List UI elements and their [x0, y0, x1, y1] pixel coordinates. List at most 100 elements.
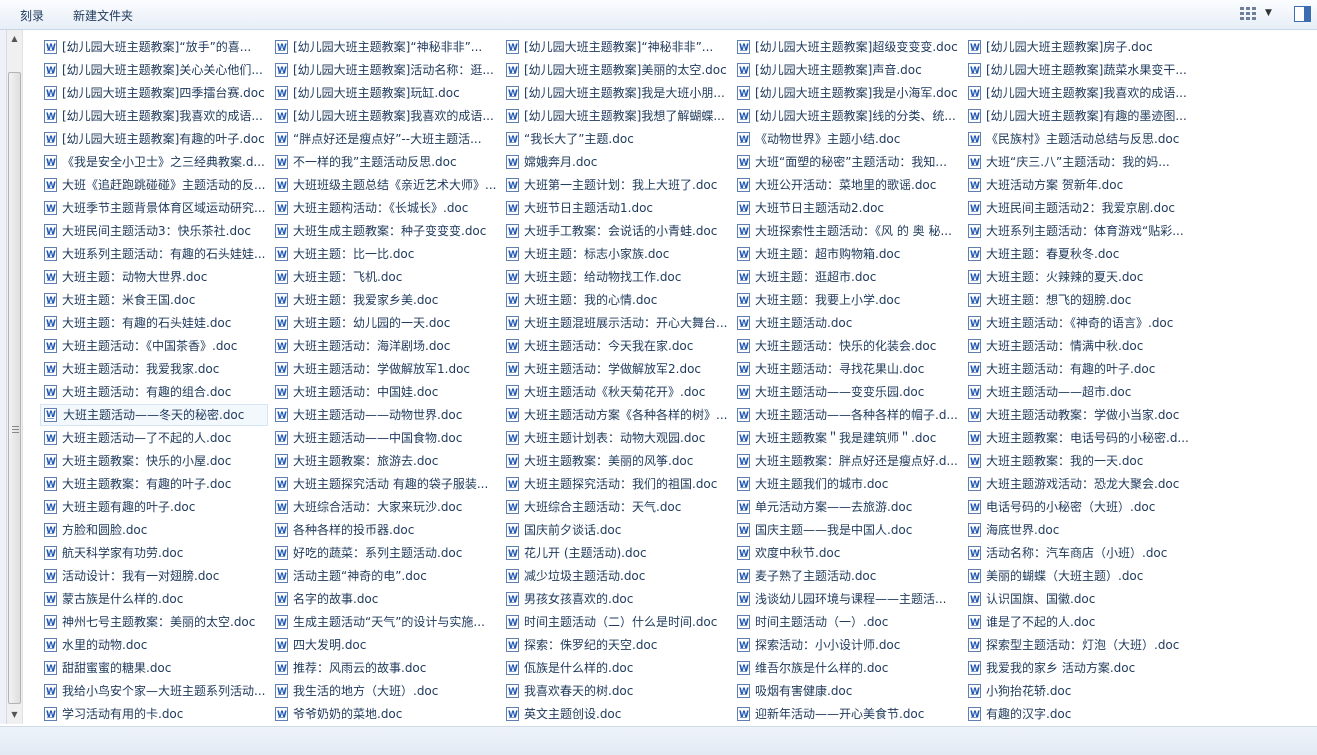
file-item[interactable]: 大班节日主题活动2.doc	[733, 197, 961, 219]
scroll-down-icon[interactable]: ▼	[7, 708, 22, 722]
file-item[interactable]: 大班主题活动方案《各种各样的树》...	[502, 404, 730, 426]
file-item[interactable]: 大班主题游戏活动：恐龙大聚会.doc	[964, 473, 1192, 495]
file-item[interactable]: [幼儿园大班主题教案]有趣的叶子.doc	[40, 128, 268, 150]
file-item[interactable]: 时间主题活动（一）.doc	[733, 611, 961, 633]
file-item[interactable]: [幼儿园大班主题教案]超级变变变.doc	[733, 36, 961, 58]
file-item[interactable]: [幼儿园大班主题教案]我想了解蝴蝶...	[502, 105, 730, 127]
file-item[interactable]: 大班主题：逛超市.doc	[733, 266, 961, 288]
file-item[interactable]: [幼儿园大班主题教案]我是小海军.doc	[733, 82, 961, 104]
file-item[interactable]: 大班主题活动：有趣的叶子.doc	[964, 358, 1192, 380]
file-item[interactable]: 大班主题：我要上小学.doc	[733, 289, 961, 311]
file-item[interactable]: [幼儿园大班主题教案]线的分类、统...	[733, 105, 961, 127]
file-item[interactable]: 大班主题：想飞的翅膀.doc	[964, 289, 1192, 311]
file-item[interactable]: 大班主题探究活动：我们的祖国.doc	[502, 473, 730, 495]
file-item[interactable]: 大班主题活动——超市.doc	[964, 381, 1192, 403]
file-item[interactable]: 大班综合主题活动：天气.doc	[502, 496, 730, 518]
file-item[interactable]: 方脸和圆脸.doc	[40, 519, 268, 541]
file-item[interactable]: 大班主题活动——各种各样的帽子.d...	[733, 404, 961, 426]
file-item[interactable]: 大班主题有趣的叶子.doc	[40, 496, 268, 518]
file-item[interactable]: [幼儿园大班主题教案]我喜欢的成语...	[964, 82, 1192, 104]
file-item[interactable]: 大班主题活动：今天我在家.doc	[502, 335, 730, 357]
file-item[interactable]: 生成主题活动“天气”的设计与实施...	[271, 611, 499, 633]
file-item[interactable]: [幼儿园大班主题教案]美丽的太空.doc	[502, 59, 730, 81]
scroll-up-icon[interactable]: ▲	[7, 32, 22, 46]
file-item[interactable]: [幼儿园大班主题教案]活动名称：逛...	[271, 59, 499, 81]
file-item[interactable]: 我生活的地方（大班）.doc	[271, 680, 499, 702]
file-item[interactable]: 大班主题：我爱家乡美.doc	[271, 289, 499, 311]
file-item[interactable]: 大班主题教案：美丽的风筝.doc	[502, 450, 730, 472]
file-item[interactable]: 大班主题：我的心情.doc	[502, 289, 730, 311]
file-item[interactable]: 大班主题：幼儿园的一天.doc	[271, 312, 499, 334]
file-item[interactable]: “胖点好还是瘦点好”--大班主题活...	[271, 128, 499, 150]
file-item[interactable]: 大班主题活动：寻找花果山.doc	[733, 358, 961, 380]
file-item[interactable]: 活动设计：我有一对翅膀.doc	[40, 565, 268, 587]
file-item[interactable]: [幼儿园大班主题教案]四季擂台赛.doc	[40, 82, 268, 104]
file-item[interactable]: 《民族村》主题活动总结与反思.doc	[964, 128, 1192, 150]
file-item[interactable]: 大班系列主题活动：体育游戏“贴彩...	[964, 220, 1192, 242]
file-item[interactable]: [幼儿园大班主题教案]玩缸.doc	[271, 82, 499, 104]
file-item[interactable]: 英文主题创设.doc	[502, 703, 730, 725]
file-item[interactable]: 大班主题：标志小家族.doc	[502, 243, 730, 265]
file-item[interactable]: 减少垃圾主题活动.doc	[502, 565, 730, 587]
preview-pane-icon[interactable]	[1294, 6, 1311, 22]
file-item[interactable]: 好吃的蔬菜：系列主题活动.doc	[271, 542, 499, 564]
file-item[interactable]: 大班主题教案：电话号码的小秘密.d...	[964, 427, 1192, 449]
file-item[interactable]: 神州七号主题教案：美丽的太空.doc	[40, 611, 268, 633]
file-item[interactable]: [幼儿园大班主题教案]我是大班小朋...	[502, 82, 730, 104]
file-item[interactable]: 小狗抬花轿.doc	[964, 680, 1192, 702]
file-item[interactable]: 时间主题活动（二）什么是时间.doc	[502, 611, 730, 633]
file-item[interactable]: 大班主题活动.doc	[733, 312, 961, 334]
file-item[interactable]: 国庆前夕谈话.doc	[502, 519, 730, 541]
file-item[interactable]: 大班主题活动—了不起的人.doc	[40, 427, 268, 449]
file-item[interactable]: 活动主题“神奇的电”.doc	[271, 565, 499, 587]
file-item[interactable]: 大班主题教案：有趣的叶子.doc	[40, 473, 268, 495]
file-item[interactable]: 学习活动有用的卡.doc	[40, 703, 268, 725]
grid-view-icon[interactable]	[1240, 7, 1256, 21]
file-item[interactable]: 大班主题：火辣辣的夏天.doc	[964, 266, 1192, 288]
file-item[interactable]: 水里的动物.doc	[40, 634, 268, 656]
file-item[interactable]: 大班综合活动：大家来玩沙.doc	[271, 496, 499, 518]
file-item[interactable]: 大班主题活动：中国娃.doc	[271, 381, 499, 403]
file-item[interactable]: 嫦娥奔月.doc	[502, 151, 730, 173]
file-item[interactable]: [幼儿园大班主题教案]声音.doc	[733, 59, 961, 81]
file-item[interactable]: 航天科学家有功劳.doc	[40, 542, 268, 564]
file-item[interactable]: 大班主题活动——中国食物.doc	[271, 427, 499, 449]
file-item[interactable]: 大班主题活动——变变乐园.doc	[733, 381, 961, 403]
file-item[interactable]: 《我是安全小卫士》之三经典教案.d...	[40, 151, 268, 173]
file-item[interactable]: 大班主题我们的城市.doc	[733, 473, 961, 495]
file-item[interactable]: 大班主题构活动：《长城长》.doc	[271, 197, 499, 219]
file-item[interactable]: 我给小鸟安个家—大班主题系列活动...	[40, 680, 268, 702]
file-item[interactable]: 大班生成主题教案：种子变变变.doc	[271, 220, 499, 242]
file-item[interactable]: 各种各样的投币器.doc	[271, 519, 499, 541]
file-item[interactable]: 单元活动方案——去旅游.doc	[733, 496, 961, 518]
file-item[interactable]: 维吾尔族是什么样的.doc	[733, 657, 961, 679]
file-item[interactable]: 大班主题：超市购物箱.doc	[733, 243, 961, 265]
file-item[interactable]: 大班主题：给动物找工作.doc	[502, 266, 730, 288]
file-item[interactable]: 大班主题：飞机.doc	[271, 266, 499, 288]
file-item[interactable]: [幼儿园大班主题教案]我喜欢的成语...	[40, 105, 268, 127]
file-item[interactable]: 麦子熟了主题活动.doc	[733, 565, 961, 587]
file-item[interactable]: 大班主题活动：《神奇的语言》.doc	[964, 312, 1192, 334]
file-item[interactable]: “我长大了”主题.doc	[502, 128, 730, 150]
file-item[interactable]: [幼儿园大班主题教案]“神秘非非”...	[271, 36, 499, 58]
file-item[interactable]: 大班系列主题活动：有趣的石头娃娃...	[40, 243, 268, 265]
file-item[interactable]: 《动物世界》主题小结.doc	[733, 128, 961, 150]
file-item[interactable]: 探索：侏罗纪的天空.doc	[502, 634, 730, 656]
file-item[interactable]: 大班主题混班展示活动：开心大舞台...	[502, 312, 730, 334]
file-item[interactable]: 大班主题探究活动 有趣的袋子服装...	[271, 473, 499, 495]
file-item[interactable]: 有趣的汉字.doc	[964, 703, 1192, 725]
file-item[interactable]: 大班主题活动：学做解放军2.doc	[502, 358, 730, 380]
file-item[interactable]: 迎新年活动——开心美食节.doc	[733, 703, 961, 725]
file-item[interactable]: 大班主题教案：胖点好还是瘦点好.d...	[733, 450, 961, 472]
file-item[interactable]: 大班主题：米食王国.doc	[40, 289, 268, 311]
file-item[interactable]: 大班季节主题背景体育区域运动研究...	[40, 197, 268, 219]
vertical-scrollbar[interactable]: ▲ ▼	[7, 30, 23, 724]
file-item[interactable]: 四大发明.doc	[271, 634, 499, 656]
file-item[interactable]: 电话号码的小秘密（大班）.doc	[964, 496, 1192, 518]
file-item[interactable]: 大班主题教案：快乐的小屋.doc	[40, 450, 268, 472]
file-item[interactable]: 男孩女孩喜欢的.doc	[502, 588, 730, 610]
file-item[interactable]: 大班主题活动：海洋剧场.doc	[271, 335, 499, 357]
file-item[interactable]: 大班主题：春夏秋冬.doc	[964, 243, 1192, 265]
file-item[interactable]: 海底世界.doc	[964, 519, 1192, 541]
file-item[interactable]: 美丽的蝴蝶（大班主题）.doc	[964, 565, 1192, 587]
